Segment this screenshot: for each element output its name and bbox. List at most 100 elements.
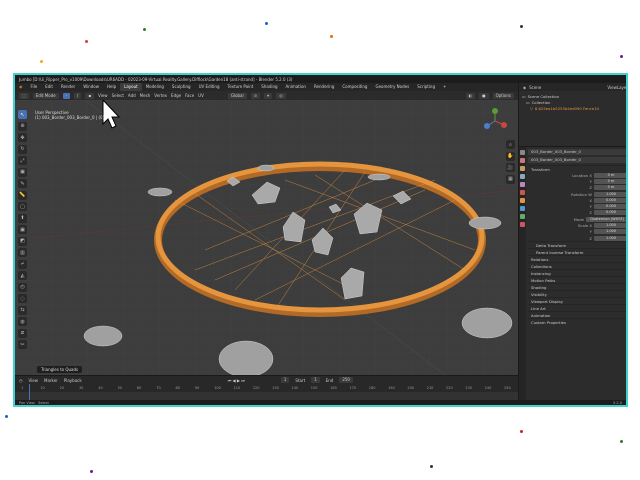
render-tab-icon[interactable] [520, 158, 525, 163]
output-tab-icon[interactable] [520, 166, 525, 171]
snap-icon[interactable]: ⌖ [263, 92, 273, 99]
loop-cut-tool-icon[interactable]: ▥ [18, 248, 27, 257]
outliner-row[interactable]: ▽ 8.625ea1b5253b4ed090 Fence10 [522, 106, 625, 112]
add-cube-tool-icon[interactable]: ▢ [18, 202, 27, 211]
timeline-menu-playback[interactable]: Playback [64, 378, 82, 383]
select-tool-icon[interactable]: ↖ [18, 110, 27, 119]
measure-tool-icon[interactable]: 📏 [18, 190, 27, 200]
line-art-panel[interactable]: Line Art [528, 304, 626, 311]
menu-file[interactable]: File [27, 83, 42, 91]
rotation-mode-dropdown[interactable]: Quaternion (WXYZ) [586, 216, 626, 222]
shrink-fatten-tool-icon[interactable]: ◍ [18, 317, 27, 326]
knife-tool-icon[interactable]: ⌿ [18, 259, 27, 269]
object-tab-icon[interactable] [520, 198, 525, 203]
workspace-tab-geometry-nodes[interactable]: Geometry Nodes [371, 83, 413, 91]
inset-tool-icon[interactable]: ▣ [18, 225, 27, 234]
zoom-icon[interactable]: ⌕ [506, 140, 515, 149]
navigation-gizmo[interactable] [482, 108, 508, 134]
shading-solid-icon[interactable]: ● [479, 92, 489, 99]
scene-name[interactable]: Scene [529, 85, 541, 90]
viewport-display-panel[interactable]: Viewport Display [528, 297, 626, 304]
workspace-tab-rendering[interactable]: Rendering [310, 83, 338, 91]
workspace-tab-sculpting[interactable]: Sculpting [168, 83, 195, 91]
scale-tool-icon[interactable]: ⤢ [18, 156, 27, 165]
timeline-menu-view[interactable]: View [29, 378, 39, 383]
transform-orientation-dropdown[interactable]: Global [227, 92, 247, 99]
move-tool-icon[interactable]: ✥ [18, 133, 27, 142]
rotation-z-field[interactable]: 0.000 [594, 210, 626, 216]
poly-build-tool-icon[interactable]: ◭ [18, 271, 27, 280]
smooth-tool-icon[interactable]: ◌ [18, 294, 27, 303]
menu-add[interactable]: Add [128, 93, 136, 98]
3d-viewport[interactable]: ↖ ⊕ ✥ ↻ ⤢ ▣ ✎ 📏 ▢ ⬆ ▣ ◩ ▥ ⌿ ◭ ◴ ◌ ⇆ ◍ ⧄ [15, 100, 518, 375]
blender-logo-icon[interactable]: ◉ [15, 83, 27, 91]
data-tab-icon[interactable] [520, 214, 525, 219]
pivot-icon[interactable]: ⊙ [250, 92, 260, 99]
shading-panel[interactable]: Shading [528, 283, 626, 290]
options-dropdown[interactable]: Options [492, 92, 514, 99]
current-frame-field[interactable]: 1 [280, 377, 290, 383]
parent-inverse-subpanel[interactable]: Parent Inverse Transform [528, 248, 626, 255]
scene-tab-icon[interactable] [520, 182, 525, 187]
menu-vertex[interactable]: Vertex [154, 93, 167, 98]
bevel-tool-icon[interactable]: ◩ [18, 236, 27, 246]
workspace-tab-uv-editing[interactable]: UV Editing [195, 83, 224, 91]
edge-slide-tool-icon[interactable]: ⇆ [18, 305, 27, 315]
rotation-x-field[interactable]: 0.000 [594, 197, 626, 203]
start-frame-field[interactable]: 1 [311, 377, 320, 383]
workspace-tab-shading[interactable]: Shading [257, 83, 281, 91]
cursor-tool-icon[interactable]: ⊕ [18, 121, 27, 131]
menu-view[interactable]: View [98, 93, 108, 98]
transform-tool-icon[interactable]: ▣ [18, 167, 27, 177]
custom-properties-panel[interactable]: Custom Properties [528, 318, 626, 325]
proportional-icon[interactable]: ◎ [276, 92, 286, 99]
overlay-icon[interactable]: ◐ [465, 92, 476, 99]
location-z-field[interactable]: 0 m [594, 185, 626, 191]
rip-tool-icon[interactable]: ✂ [18, 340, 27, 349]
annotate-tool-icon[interactable]: ✎ [18, 179, 27, 188]
spin-tool-icon[interactable]: ◴ [18, 282, 27, 292]
menu-face[interactable]: Face [185, 93, 194, 98]
view-layer-name[interactable]: ViewLayer [607, 85, 626, 90]
menu-uv[interactable]: UV [198, 93, 204, 98]
transform-panel-header[interactable]: Transform [528, 165, 626, 172]
workspace-tab-texture-paint[interactable]: Texture Paint [223, 83, 257, 91]
location-x-field[interactable]: 0 m [594, 172, 626, 178]
add-workspace-button[interactable]: + [439, 83, 450, 91]
scale-y-field[interactable]: 1.000 [594, 229, 626, 235]
edge-select-icon[interactable]: / [73, 92, 82, 99]
collections-panel[interactable]: Collections [528, 262, 626, 269]
location-y-field[interactable]: 0 m [594, 178, 626, 184]
menu-window[interactable]: Window [79, 83, 103, 91]
workspace-tab-compositing[interactable]: Compositing [338, 83, 371, 91]
menu-select[interactable]: Select [112, 93, 124, 98]
face-select-icon[interactable]: ▪ [85, 92, 95, 99]
visibility-panel[interactable]: Visibility [528, 290, 626, 297]
menu-edit[interactable]: Edit [41, 83, 57, 91]
camera-icon[interactable]: 🎥 [506, 163, 515, 172]
scale-x-field[interactable]: 1.000 [594, 223, 626, 229]
workspace-tab-layout[interactable]: Layout [120, 83, 142, 91]
menu-help[interactable]: Help [103, 83, 120, 91]
mode-dropdown[interactable]: Edit Mode [32, 92, 59, 99]
modifier-tab-icon[interactable] [520, 206, 525, 211]
world-tab-icon[interactable] [520, 190, 525, 195]
relations-panel[interactable]: Relations [528, 255, 626, 262]
timeline-ruler[interactable]: 1 10 20 30 40 50 60 70 80 90 100 110 120 130 140 150 160… [15, 384, 518, 392]
timeline-menu-marker[interactable]: Marker [44, 378, 58, 383]
playback-controls[interactable]: ⏮ ◀ ▶ ⏭ [228, 378, 245, 383]
pan-hand-icon[interactable]: ✋ [506, 151, 515, 161]
timeline-editor-icon[interactable]: ◷ [19, 378, 23, 383]
workspace-tab-modeling[interactable]: Modeling [142, 83, 168, 91]
editor-type-icon[interactable]: ⬚ [19, 92, 29, 99]
object-name-field[interactable]: 003_Border_003_Border_0 [528, 149, 626, 155]
menu-mesh[interactable]: Mesh [140, 93, 151, 98]
shear-tool-icon[interactable]: ⧄ [18, 328, 27, 338]
vertex-select-icon[interactable]: · [62, 92, 70, 99]
menu-edge[interactable]: Edge [171, 93, 181, 98]
scale-z-field[interactable]: 1.000 [594, 235, 626, 241]
delta-transform-subpanel[interactable]: Delta Transform [528, 241, 626, 248]
grid-view-icon[interactable]: ▦ [506, 174, 515, 184]
rotation-y-field[interactable]: 0.000 [594, 204, 626, 210]
extrude-tool-icon[interactable]: ⬆ [18, 213, 27, 223]
